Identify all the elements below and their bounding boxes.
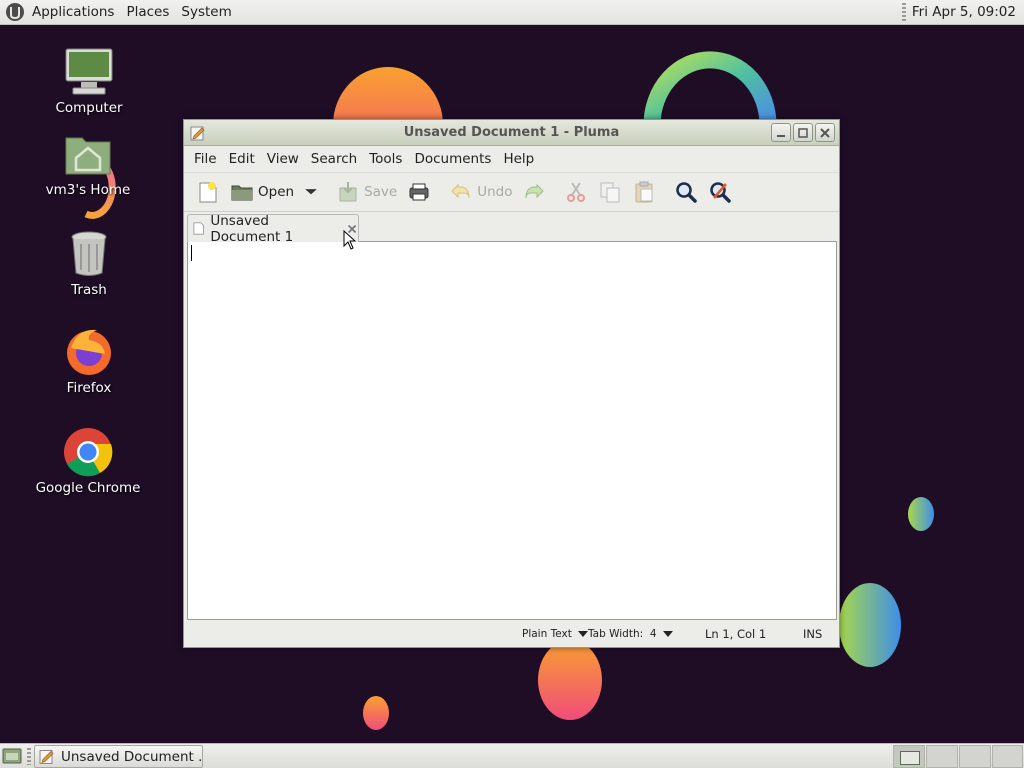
menu-documents[interactable]: Documents	[408, 146, 497, 172]
find-button[interactable]	[670, 176, 702, 208]
trash-icon	[71, 231, 107, 276]
chrome-icon	[64, 428, 113, 477]
desktop-icon-firefox[interactable]: Firefox	[34, 326, 144, 396]
mouse-pointer-icon	[343, 230, 357, 250]
pluma-window: Unsaved Document 1 - Pluma File Edit Vie…	[183, 119, 840, 648]
window-controls	[771, 123, 835, 142]
taskbar-label: Unsaved Document ...	[60, 748, 202, 765]
save-icon	[339, 182, 357, 202]
paste-button[interactable]	[628, 176, 660, 208]
menu-tools[interactable]: Tools	[363, 146, 408, 172]
print-icon	[409, 183, 429, 201]
bottom-panel: Unsaved Document ...	[0, 743, 1024, 768]
menubar: File Edit View Search Tools Documents He…	[184, 146, 839, 172]
minimize-icon	[777, 134, 785, 137]
text-editor-icon[interactable]	[190, 125, 206, 141]
search-replace-icon	[710, 182, 732, 203]
desktop-icon-home[interactable]: vm3's Home	[33, 128, 143, 198]
new-document-button[interactable]	[192, 176, 224, 208]
insert-mode-label: INS	[803, 627, 823, 641]
home-folder-icon	[65, 137, 111, 175]
undo-button[interactable]: Undo	[445, 176, 516, 208]
taskbar-button-pluma[interactable]: Unsaved Document ...	[34, 745, 203, 768]
minimize-button[interactable]	[771, 123, 791, 142]
new-document-icon	[199, 182, 217, 203]
chevron-down-icon	[305, 189, 317, 195]
cut-icon	[567, 182, 586, 202]
panel-grip	[27, 748, 31, 765]
menu-search[interactable]: Search	[305, 146, 363, 172]
search-icon	[676, 182, 698, 203]
clock[interactable]: Fri Apr 5, 09:02	[912, 4, 1024, 20]
computer-icon	[65, 48, 113, 95]
workspace-3[interactable]	[959, 745, 991, 768]
language-label: Plain Text	[522, 628, 572, 640]
system-menu[interactable]: System	[175, 0, 237, 25]
workspace-2[interactable]	[926, 745, 958, 768]
maximize-button[interactable]	[793, 123, 813, 142]
print-button[interactable]	[403, 176, 435, 208]
window-titlebar[interactable]: Unsaved Document 1 - Pluma	[184, 120, 839, 146]
tab-label: Unsaved Document 1	[210, 212, 294, 245]
save-button[interactable]: Save	[332, 176, 401, 208]
desktop-icon-label: Computer	[55, 100, 123, 116]
tab-unsaved-document-1[interactable]: Unsaved Document 1	[187, 212, 359, 245]
desktop-icon-computer[interactable]: Computer	[34, 46, 144, 116]
save-label: Save	[364, 184, 398, 200]
redo-icon	[525, 183, 545, 199]
close-window-button[interactable]	[815, 123, 835, 142]
insert-mode: INS	[803, 627, 822, 641]
document-icon	[193, 222, 204, 235]
open-folder-icon	[231, 185, 253, 201]
copy-icon	[600, 182, 620, 203]
desktop-icon-label: Firefox	[66, 380, 112, 396]
panel-grip	[901, 3, 906, 21]
chevron-down-icon	[662, 631, 673, 637]
desktop-icon-chrome[interactable]: Google Chrome	[33, 426, 143, 496]
show-desktop-icon[interactable]	[2, 747, 22, 765]
window-title: Unsaved Document 1 - Pluma	[403, 124, 620, 140]
cut-button[interactable]	[560, 176, 592, 208]
close-icon	[820, 127, 830, 138]
workspace-4[interactable]	[992, 745, 1023, 768]
tab-width-label: Tab Width: 4	[588, 628, 657, 640]
document-tab-bar: Unsaved Document 1	[184, 212, 839, 245]
cursor-position-label: Ln 1, Col 1	[705, 627, 767, 641]
copy-button[interactable]	[594, 176, 626, 208]
places-menu[interactable]: Places	[120, 0, 175, 25]
open-label: Open	[258, 184, 295, 200]
redo-button[interactable]	[518, 176, 550, 208]
chevron-down-icon	[577, 631, 588, 637]
undo-label: Undo	[477, 184, 513, 200]
paste-icon	[635, 181, 653, 203]
statusbar: Plain Text Tab Width: 4 Ln 1, Col 1 INS	[184, 622, 839, 647]
text-caret	[191, 245, 192, 261]
desktop-icon-label: Google Chrome	[35, 480, 141, 496]
find-replace-button[interactable]	[704, 176, 736, 208]
top-panel: Applications Places System Fri Apr 5, 09…	[0, 0, 1024, 25]
open-button[interactable]: Open	[226, 176, 298, 208]
workspace-1[interactable]	[893, 745, 925, 768]
cursor-position: Ln 1, Col 1	[705, 627, 766, 641]
toolbar: Open Save Undo	[184, 172, 839, 212]
menu-file[interactable]: File	[188, 146, 223, 172]
applications-menu[interactable]: Applications	[26, 0, 120, 25]
menu-edit[interactable]: Edit	[223, 146, 261, 172]
menu-help[interactable]: Help	[497, 146, 540, 172]
mate-logo-icon[interactable]	[4, 1, 26, 23]
desktop-icon-trash[interactable]: Trash	[34, 228, 144, 298]
maximize-icon	[798, 127, 808, 138]
desktop-icon-label: vm3's Home	[45, 182, 131, 198]
menu-view[interactable]: View	[261, 146, 305, 172]
language-selector[interactable]: Plain Text	[522, 628, 588, 640]
firefox-icon	[67, 329, 111, 375]
text-editor-area[interactable]	[187, 241, 837, 620]
tab-width-selector[interactable]: Tab Width: 4	[588, 628, 673, 640]
open-recent-dropdown[interactable]	[300, 176, 322, 208]
text-editor-icon	[39, 750, 54, 764]
undo-icon	[451, 183, 470, 199]
desktop-icon-label: Trash	[71, 282, 107, 298]
